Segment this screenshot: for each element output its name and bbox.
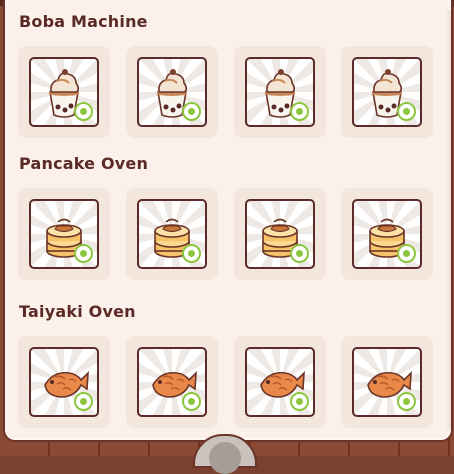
refresh-badge-icon: [74, 102, 93, 121]
refresh-badge-icon: [74, 244, 93, 263]
section-title: Boba Machine: [19, 12, 148, 31]
handle-knob-icon: [209, 442, 241, 474]
refresh-badge-icon: [397, 392, 416, 411]
section-title: Taiyaki Oven: [19, 302, 136, 321]
equipment-slot[interactable]: [341, 336, 433, 428]
equipment-slot[interactable]: [234, 188, 326, 280]
slot-frame: [245, 347, 315, 417]
equipment-panel: Boba Machine Pancake Oven Taiyaki Oven: [3, 0, 453, 442]
refresh-badge-icon: [182, 244, 201, 263]
slot-frame: [29, 57, 99, 127]
equipment-slot[interactable]: [126, 188, 218, 280]
slot-frame: [352, 199, 422, 269]
equipment-slot[interactable]: [341, 46, 433, 138]
slot-frame: [29, 347, 99, 417]
refresh-badge-icon: [182, 102, 201, 121]
section-title: Pancake Oven: [19, 154, 149, 173]
refresh-badge-icon: [182, 392, 201, 411]
slot-frame: [352, 347, 422, 417]
slot-frame: [137, 347, 207, 417]
refresh-badge-icon: [397, 102, 416, 121]
slot-frame: [245, 57, 315, 127]
equipment-slot[interactable]: [18, 188, 110, 280]
slot-frame: [29, 199, 99, 269]
equipment-slot[interactable]: [234, 46, 326, 138]
refresh-badge-icon: [290, 102, 309, 121]
slot-frame: [137, 57, 207, 127]
equipment-slot[interactable]: [18, 46, 110, 138]
panel-edge-shadow: [446, 10, 451, 430]
slot-frame: [245, 199, 315, 269]
refresh-badge-icon: [290, 244, 309, 263]
refresh-badge-icon: [290, 392, 309, 411]
equipment-slot[interactable]: [126, 336, 218, 428]
slot-frame: [352, 57, 422, 127]
refresh-badge-icon: [74, 392, 93, 411]
equipment-slot[interactable]: [341, 188, 433, 280]
refresh-badge-icon: [397, 244, 416, 263]
slot-frame: [137, 199, 207, 269]
equipment-slot[interactable]: [126, 46, 218, 138]
equipment-slot[interactable]: [18, 336, 110, 428]
equipment-slot[interactable]: [234, 336, 326, 428]
